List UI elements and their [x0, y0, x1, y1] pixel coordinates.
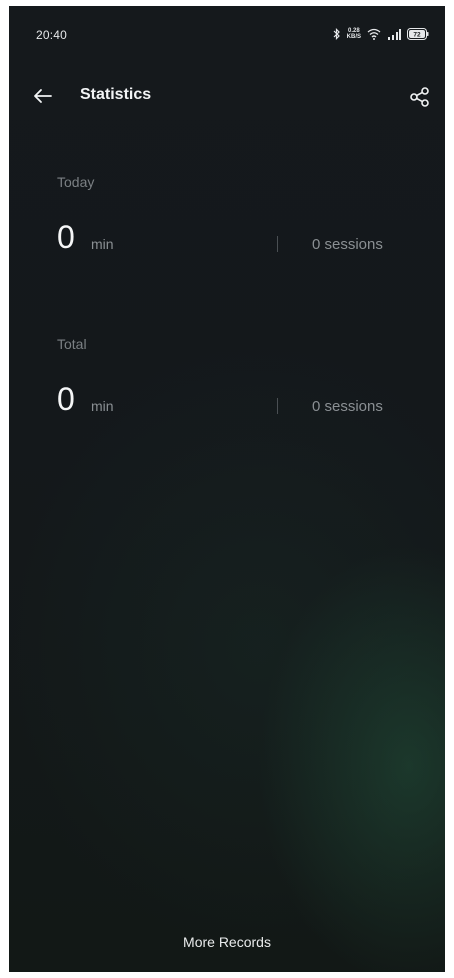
share-button[interactable]	[407, 84, 433, 110]
total-sessions: 0 sessions	[312, 398, 383, 415]
signal-icon	[387, 28, 401, 40]
status-bar: 20:40 0.28 KB/S 72	[9, 6, 445, 60]
total-label: Total	[57, 336, 87, 352]
status-time: 20:40	[36, 28, 68, 42]
today-label: Today	[57, 174, 95, 190]
arrow-left-icon	[31, 89, 59, 112]
more-records-button[interactable]: More Records	[9, 934, 445, 950]
phone-screen: 20:40 0.28 KB/S 72 Statistics Today 0 mi…	[9, 6, 445, 972]
total-stats: Total 0 min 0 sessions	[9, 336, 445, 436]
total-minutes-value: 0	[57, 381, 75, 417]
today-stats: Today 0 min 0 sessions	[9, 174, 445, 274]
app-bar: Statistics	[9, 76, 445, 116]
today-sessions: 0 sessions	[312, 236, 383, 253]
status-icons: 0.28 KB/S 72	[333, 27, 429, 41]
net-speed: 0.28 KB/S	[347, 28, 361, 40]
net-speed-unit: KB/S	[346, 34, 361, 40]
today-minutes-value: 0	[57, 219, 75, 255]
back-button[interactable]	[31, 84, 59, 108]
today-divider	[277, 236, 278, 252]
battery-icon: 72	[407, 28, 429, 40]
bluetooth-icon	[333, 28, 341, 40]
battery-level-text: 72	[413, 32, 421, 39]
page-title: Statistics	[80, 86, 152, 103]
today-minutes-unit: min	[91, 236, 114, 252]
total-minutes-unit: min	[91, 398, 114, 414]
share-icon	[407, 87, 433, 114]
wifi-icon	[367, 28, 381, 40]
total-divider	[277, 398, 278, 414]
